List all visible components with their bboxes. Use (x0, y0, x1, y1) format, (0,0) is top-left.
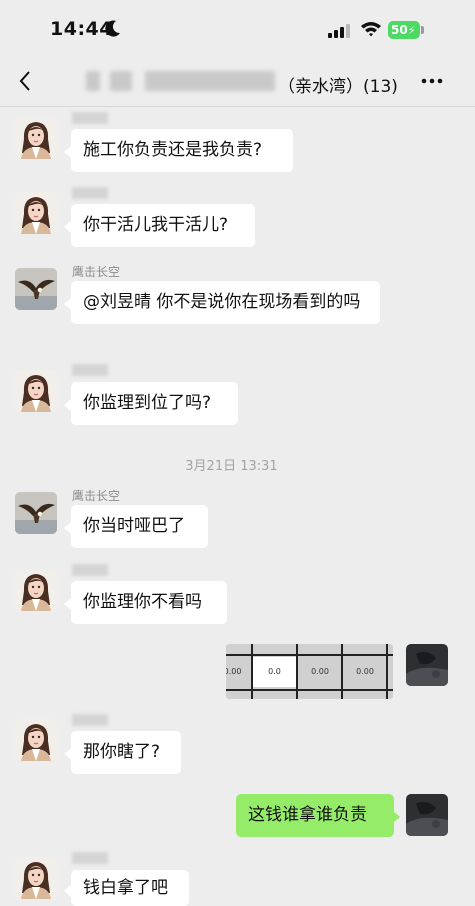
avatar[interactable] (15, 192, 57, 234)
bubble-tail (64, 399, 71, 411)
battery-level: 50 (391, 23, 408, 37)
title-blurred (86, 71, 100, 91)
battery-tip (421, 26, 424, 34)
chat-title[interactable]: （亲水湾）(13) (278, 72, 398, 97)
sender-name-blurred (72, 187, 108, 199)
bubble-tail (64, 748, 71, 760)
message-bubble[interactable]: 你监理到位了吗? (71, 382, 238, 425)
table-cell: 0.0 (253, 657, 296, 687)
self-avatar[interactable] (406, 794, 448, 836)
bubble-tail (64, 885, 71, 897)
bubble-tail (64, 298, 71, 310)
more-icon[interactable] (421, 78, 443, 84)
sender-name-blurred (72, 564, 108, 576)
table-cell: 0.00 (311, 667, 329, 676)
sender-name: 鹰击长空 (72, 489, 121, 503)
charging-icon: ⚡ (407, 24, 416, 37)
image-message[interactable]: 00.00 0.0 0.00 0.00 (226, 644, 393, 699)
table-cell: 0.00 (356, 667, 374, 676)
sender-name-blurred (72, 852, 108, 864)
message-bubble[interactable]: 你干活儿我干活儿? (71, 204, 255, 247)
avatar[interactable] (15, 492, 57, 534)
message-bubble[interactable]: 你监理你不看吗 (71, 581, 227, 624)
bubble-tail (393, 811, 400, 823)
avatar[interactable] (15, 117, 57, 159)
sender-name-blurred (72, 364, 108, 376)
moon-icon (105, 20, 120, 37)
self-avatar[interactable] (406, 644, 448, 686)
sender-name-blurred (72, 714, 108, 726)
title-blurred (110, 71, 132, 91)
status-time: 14:44 (50, 18, 113, 40)
wifi-icon (361, 22, 381, 37)
battery-indicator: 50⚡ (388, 21, 420, 39)
chat-timestamp: 3月21日 13:31 (185, 459, 278, 474)
sender-name: 鹰击长空 (72, 265, 121, 279)
avatar[interactable] (15, 569, 57, 611)
message-bubble[interactable]: 施工你负责还是我负责? (71, 129, 293, 172)
message-bubble[interactable]: 你当时哑巴了 (71, 505, 208, 548)
message-bubble[interactable]: 钱白拿了吧 (71, 870, 189, 906)
bubble-tail (64, 522, 71, 534)
bubble-tail (64, 146, 71, 158)
avatar[interactable] (15, 268, 57, 310)
bubble-tail (64, 221, 71, 233)
avatar[interactable] (15, 857, 57, 899)
signal-icon (328, 24, 350, 38)
message-bubble[interactable]: @刘昱晴 你不是说你在现场看到的吗 (71, 281, 380, 324)
back-arrow-icon[interactable] (18, 70, 32, 92)
avatar[interactable] (15, 370, 57, 412)
self-message-bubble[interactable]: 这钱谁拿谁负责 (236, 794, 394, 837)
message-bubble[interactable]: 那你瞎了? (71, 731, 181, 774)
title-blurred (145, 71, 275, 91)
sender-name-blurred (72, 112, 108, 124)
bubble-tail (64, 598, 71, 610)
table-cell: 00.00 (226, 667, 242, 676)
avatar[interactable] (15, 719, 57, 761)
